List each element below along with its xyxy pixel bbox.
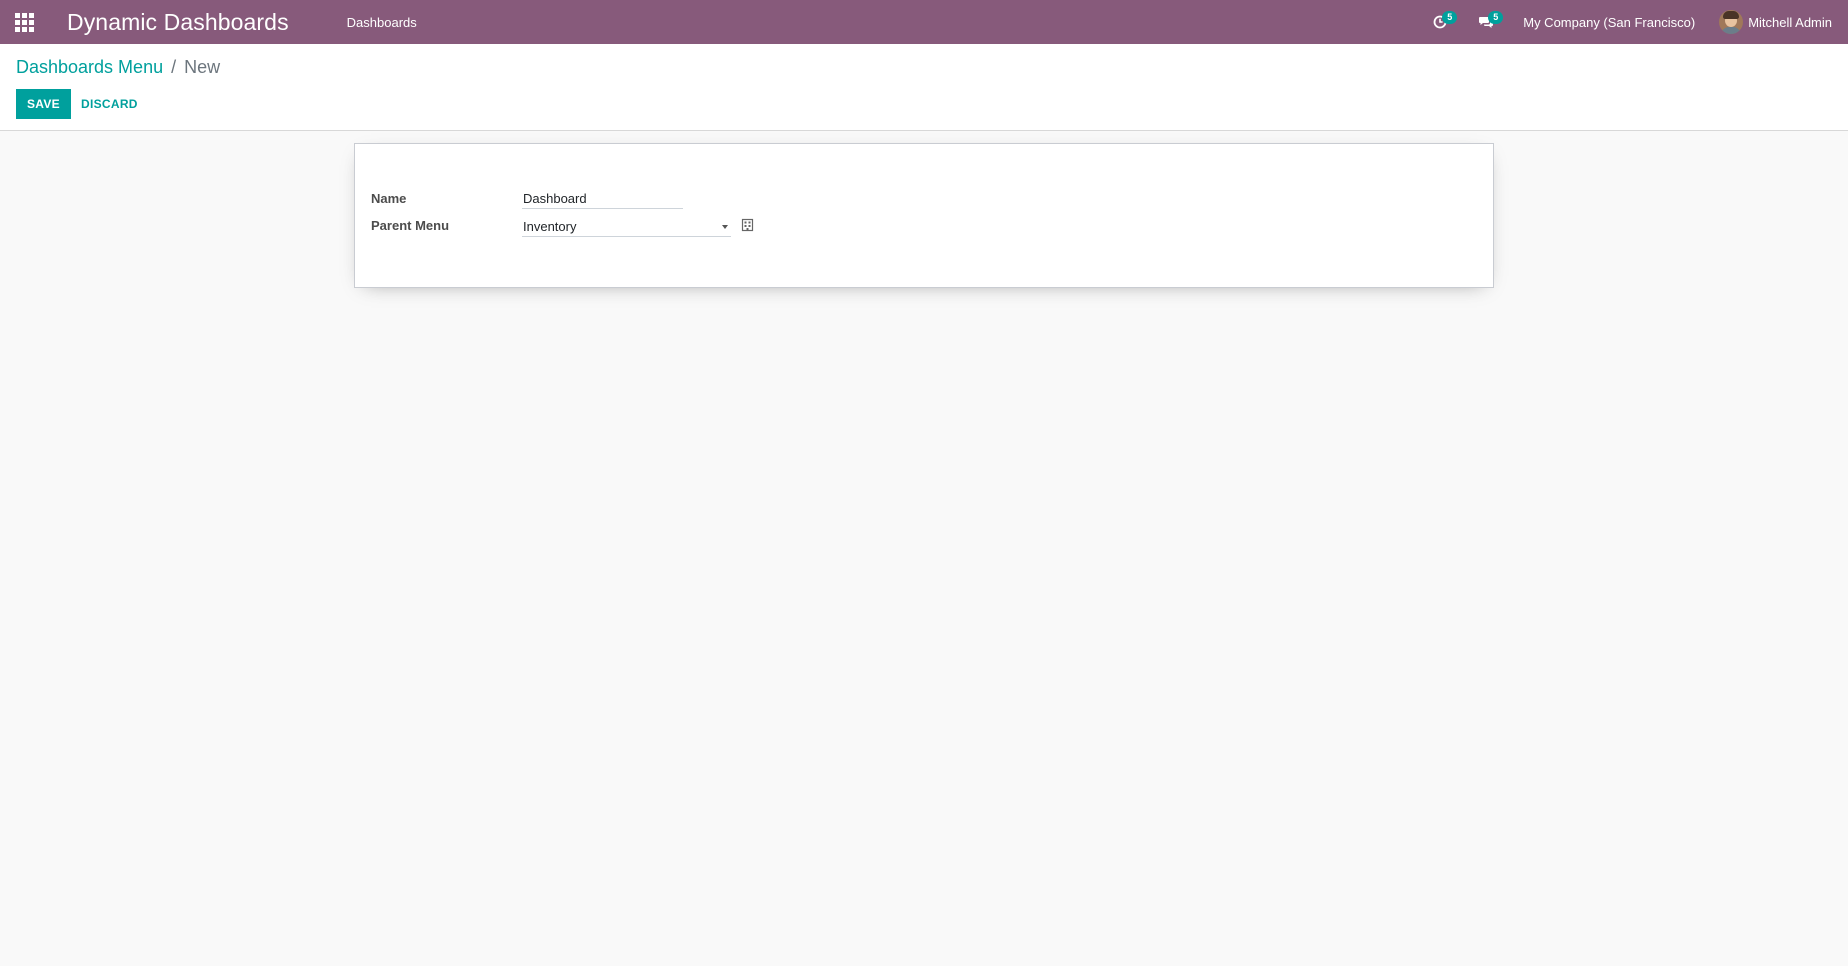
activity-count-badge: 5: [1442, 11, 1458, 24]
activity-button[interactable]: 5: [1417, 0, 1463, 44]
breadcrumb-current: New: [184, 57, 221, 77]
form-sheet: Name Parent Menu: [354, 143, 1494, 288]
name-input[interactable]: [522, 189, 683, 209]
navbar-systray: 5 5 My Company (San Francisco) Mitchell …: [1417, 0, 1848, 44]
name-label: Name: [371, 191, 407, 206]
parent-menu-field: [522, 216, 731, 237]
save-button[interactable]: SAVE: [16, 89, 71, 119]
parent-menu-input[interactable]: [522, 216, 712, 236]
app-title: Dynamic Dashboards: [67, 8, 289, 35]
messages-count-badge: 5: [1488, 11, 1504, 24]
user-name: Mitchell Admin: [1748, 14, 1832, 30]
messages-button[interactable]: 5: [1463, 0, 1509, 44]
discard-button[interactable]: DISCARD: [72, 89, 147, 119]
breadcrumb-dashboards-menu[interactable]: Dashboards Menu: [16, 57, 163, 78]
caret-down-icon[interactable]: [719, 221, 731, 233]
breadcrumb: Dashboards Menu / New: [16, 57, 220, 78]
parent-menu-label: Parent Menu: [371, 218, 450, 233]
apps-menu-button[interactable]: [0, 0, 48, 44]
user-menu[interactable]: Mitchell Admin: [1719, 10, 1832, 34]
avatar: [1719, 10, 1744, 34]
top-navbar: Dynamic Dashboards Dashboards 5 5 My Com…: [0, 0, 1848, 44]
company-switcher[interactable]: My Company (San Francisco): [1523, 15, 1695, 30]
breadcrumb-separator: /: [171, 57, 177, 77]
external-link-icon[interactable]: [741, 218, 755, 232]
menu-item-dashboards[interactable]: Dashboards: [347, 15, 417, 30]
apps-grid-icon: [14, 12, 34, 32]
control-panel: Dashboards Menu / New SAVE DISCARD: [0, 44, 1848, 131]
